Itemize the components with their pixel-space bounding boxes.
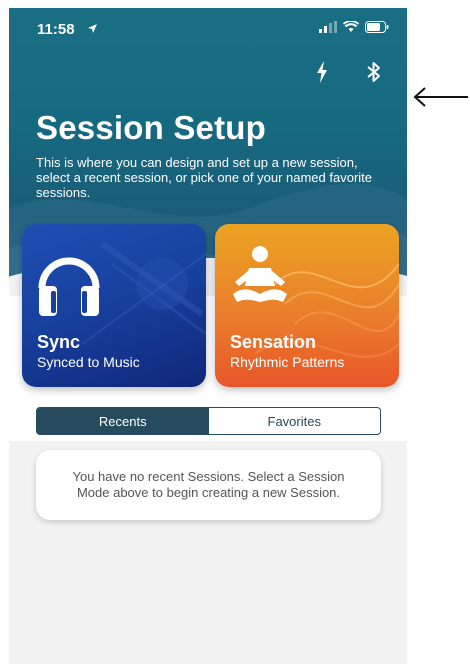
headphones-icon [38, 257, 100, 316]
bluetooth-button[interactable] [363, 60, 385, 84]
signal-icon [319, 21, 337, 33]
wifi-icon [343, 21, 359, 32]
sensation-mode-title: Sensation [230, 332, 317, 352]
lightning-icon [317, 61, 327, 83]
empty-recents-card: You have no recent Sessions. Select a Se… [36, 450, 381, 520]
sensation-mode-card[interactable]: Sensation Rhythmic Patterns [215, 224, 399, 387]
sync-mode-card[interactable]: Sync Synced to Music [22, 224, 206, 387]
page-subtitle: This is where you can design and set up … [36, 155, 373, 200]
bluetooth-icon [367, 62, 380, 82]
sync-mode-title: Sync [37, 332, 81, 352]
status-time: 11:58 [37, 21, 75, 38]
annotation-arrow-icon [413, 87, 468, 107]
meditation-icon [233, 246, 287, 302]
tab-recents[interactable]: Recents [37, 408, 209, 434]
phone-screen: 11:58 Session Setup This is where you ca… [9, 8, 407, 664]
location-arrow-icon [88, 24, 97, 33]
sensation-mode-subtitle: Rhythmic Patterns [230, 354, 345, 370]
status-bar: 11:58 [9, 8, 407, 52]
sessions-segmented-control: Recents Favorites [36, 407, 381, 435]
header-actions [311, 60, 385, 84]
sync-mode-subtitle: Synced to Music [37, 354, 140, 370]
page-title: Session Setup [36, 109, 266, 146]
lightning-button[interactable] [311, 60, 333, 84]
battery-icon [365, 21, 389, 33]
status-indicators [319, 21, 389, 33]
empty-recents-message: You have no recent Sessions. Select a Se… [72, 469, 345, 500]
tab-favorites[interactable]: Favorites [209, 408, 381, 434]
